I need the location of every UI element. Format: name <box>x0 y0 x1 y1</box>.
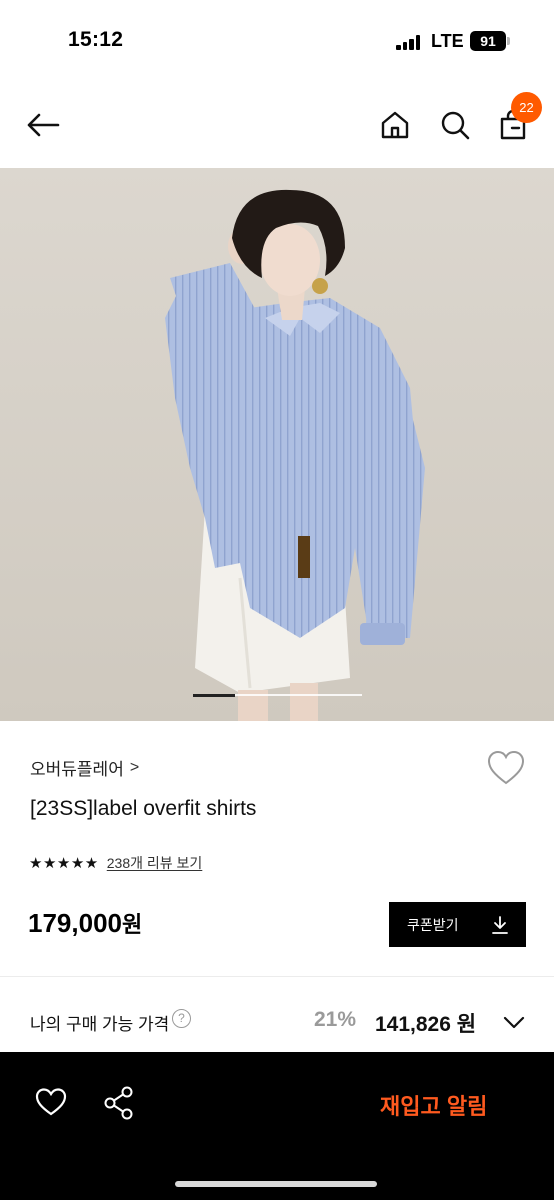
network-type: LTE <box>431 31 464 51</box>
product-title: [23SS]label overfit shirts <box>30 797 257 820</box>
home-button[interactable] <box>376 104 414 146</box>
product-photo <box>0 168 554 721</box>
rating-stars: ★★★★★ <box>29 855 99 872</box>
wishlist-button[interactable] <box>486 750 526 786</box>
search-icon <box>441 111 470 140</box>
status-bar: 15:12 LTE 91 <box>0 0 554 80</box>
discount-rate: 21% <box>314 1008 357 1031</box>
price-value: 179,000 <box>28 908 122 938</box>
search-button[interactable] <box>436 104 474 146</box>
signal-icon <box>396 34 422 50</box>
share-icon <box>104 1086 133 1120</box>
arrow-left-icon <box>27 113 60 137</box>
chevron-down-icon[interactable] <box>502 1012 526 1032</box>
gallery-indicator-active <box>193 694 236 697</box>
home-icon <box>381 111 409 139</box>
brand-name: 오버듀플레어 <box>30 760 124 779</box>
cart-count-badge: 22 <box>511 92 542 123</box>
review-link[interactable]: 238개 리뷰 보기 <box>107 853 203 873</box>
top-nav-bar <box>0 80 554 168</box>
product-image-gallery[interactable] <box>0 168 554 721</box>
battery-tip <box>507 37 510 45</box>
back-button[interactable] <box>22 104 64 146</box>
price-unit: 원 <box>121 912 143 937</box>
bottom-wishlist-button[interactable] <box>34 1087 68 1119</box>
coupon-download-button[interactable]: 쿠폰받기 <box>389 902 526 947</box>
help-icon[interactable]: ? <box>172 1009 191 1028</box>
brand-link[interactable]: 오버듀플레어 > <box>30 755 139 780</box>
status-time: 15:12 <box>68 28 124 51</box>
heart-icon <box>35 1088 67 1116</box>
download-icon <box>492 915 508 934</box>
battery-icon: 91 <box>470 31 506 51</box>
product-price: 179,000원 <box>28 907 142 939</box>
share-button[interactable] <box>102 1085 136 1121</box>
coupon-label: 쿠폰받기 <box>407 916 459 933</box>
home-indicator <box>175 1181 377 1187</box>
restock-alert-button[interactable]: 재입고 알림 <box>380 1089 487 1121</box>
chevron-right-icon: > <box>129 758 140 776</box>
rating-row: ★★★★★ 238개 리뷰 보기 <box>29 853 202 873</box>
bottom-action-bar <box>0 1052 554 1200</box>
my-final-price: 141,826 원 <box>375 1013 477 1036</box>
my-price-label: 나의 구매 가능 가격 <box>30 1015 170 1034</box>
heart-icon <box>487 750 525 785</box>
gallery-indicator <box>193 694 362 697</box>
